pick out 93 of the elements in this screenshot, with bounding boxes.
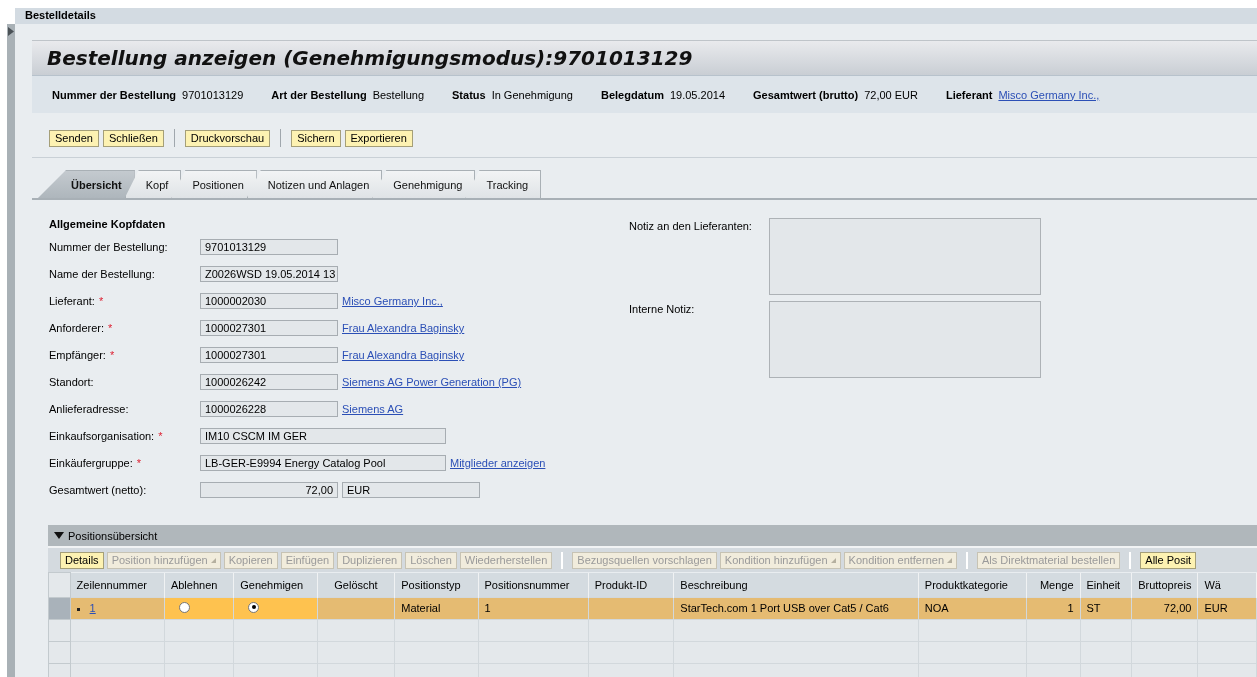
table-cell: ST [1086,602,1101,614]
info-label: Art der Bestellung [271,88,367,101]
positions-title: Positionsübersicht [68,529,158,542]
line-link[interactable]: 1 [89,602,96,614]
action-button[interactable]: Exportieren [344,129,413,147]
supplier-link[interactable]: Misco Germany Inc., [998,88,1100,101]
info-label: Gesamtwert (brutto) [753,88,859,101]
required-mark: * [108,322,113,334]
collapse-icon[interactable] [54,531,64,540]
column-header: Zeilennummer [70,572,165,597]
currency-field[interactable]: EUR [342,482,480,498]
info-label: Nummer der Bestellung [52,88,177,101]
radio-button[interactable] [178,601,190,613]
radio-button[interactable] [248,601,260,613]
info-value: 19.05.2014 [669,88,725,101]
field-label: Lieferant: [49,295,95,307]
column-header: Positionsnummer [478,572,589,597]
field-label: Einkäufergruppe: [49,457,133,469]
info-value: In Genehmigung [491,88,573,101]
action-button[interactable]: Sichern [291,129,341,147]
dropdown-icon [947,557,952,563]
note-label: Notiz an den Lieferanten: [629,219,753,234]
column-header: Bruttopreis [1131,572,1198,597]
field-label: Name der Bestellung: [49,268,155,280]
dropdown-icon [210,557,216,563]
field-link[interactable]: Siemens AG Power Generation (PG) [342,376,522,388]
info-value: 72,00 EUR [864,88,918,101]
dropdown-icon [830,557,836,563]
action-button[interactable]: Schließen [102,129,164,147]
note-label: Interne Notiz: [629,302,696,317]
tab[interactable]: Tracking [465,170,542,198]
positions-header[interactable]: Positionsübersicht [48,525,1257,546]
field-link[interactable]: Frau Alexandra Baginsky [342,349,465,361]
note-field[interactable] [769,301,1041,378]
toolbar-button[interactable]: Details [60,551,104,569]
column-header: Wä [1197,572,1257,597]
tab[interactable]: Notizen und Anlagen [246,170,383,198]
amount-field[interactable]: 72,00 [200,482,338,498]
field-link[interactable]: Mitglieder anzeigen [450,457,546,469]
input-field[interactable]: 1000027301 [200,347,338,363]
field-label: Empfänger: [49,349,106,361]
field-label: Einkaufsorganisation: [49,430,155,442]
column-header: Gelöscht [317,572,395,597]
note-field[interactable] [769,218,1041,295]
required-mark: * [158,430,163,442]
field-label: Nummer der Bestellung: [49,241,168,253]
input-field[interactable]: 1000002030 [200,293,338,309]
action-button[interactable]: Druckvorschau [184,129,271,147]
table-cell: 1 [1067,602,1074,614]
info-value: Bestellung [372,88,424,101]
input-field[interactable]: 9701013129 [200,239,338,255]
table-cell: StarTech.com 1 Port USB over Cat5 / Cat6 [680,602,889,614]
toolbar-button[interactable]: Alle Posit [1140,551,1197,569]
table-cell: 1 [484,602,491,614]
info-label: Lieferant [945,88,993,101]
input-field[interactable]: 1000027301 [200,320,338,336]
input-field[interactable]: IM10 CSCM IM GER [200,428,446,444]
field-label: Gesamtwert (netto): [49,484,147,496]
field-link[interactable]: Frau Alexandra Baginsky [342,322,465,334]
input-field[interactable]: 1000026242 [200,374,338,390]
column-header: Einheit [1080,572,1132,597]
input-field[interactable]: Z0026WSD 19.05.2014 13 [200,266,338,282]
required-mark: * [136,457,142,469]
tab[interactable]: Genehmigung [372,170,476,198]
info-value: 9701013129 [182,88,244,101]
input-field[interactable]: LB-GER-E9994 Energy Catalog Pool [200,455,446,471]
table-cell: NOA [924,602,949,614]
section-title: Bestelldetails [15,8,1257,24]
input-field[interactable]: 1000026228 [200,401,338,417]
column-header: Produktkategorie [918,572,1027,597]
column-header: Produkt-ID [588,572,674,597]
field-link[interactable]: Siemens AG [342,403,404,415]
form-heading: Allgemeine Kopfdaten [49,218,167,232]
required-mark: * [98,295,104,307]
table-cell: EUR [1204,602,1228,614]
column-header: Genehmigen [233,572,318,597]
bullet-icon [76,607,80,611]
info-label: Status [452,88,486,101]
column-header: Ablehnen [164,572,234,597]
info-label: Belegdatum [601,88,664,101]
action-button[interactable]: Senden [49,129,99,147]
field-link[interactable]: Misco Germany Inc., [342,295,443,307]
column-header: Positionstyp [394,572,479,597]
table-cell: 72,00 [1163,602,1192,614]
field-label: Anlieferadresse: [49,403,129,415]
column-header: Menge [1026,572,1081,597]
field-label: Standort: [49,376,94,388]
tab[interactable]: Übersicht [38,170,135,198]
column-header: Beschreibung [673,572,919,597]
table-cell: Material [401,602,441,614]
required-mark: * [109,349,115,361]
field-label: Anforderer: [49,322,105,334]
page-title: Bestellung anzeigen (Genehmigungsmodus):9701013129 [47,46,693,70]
